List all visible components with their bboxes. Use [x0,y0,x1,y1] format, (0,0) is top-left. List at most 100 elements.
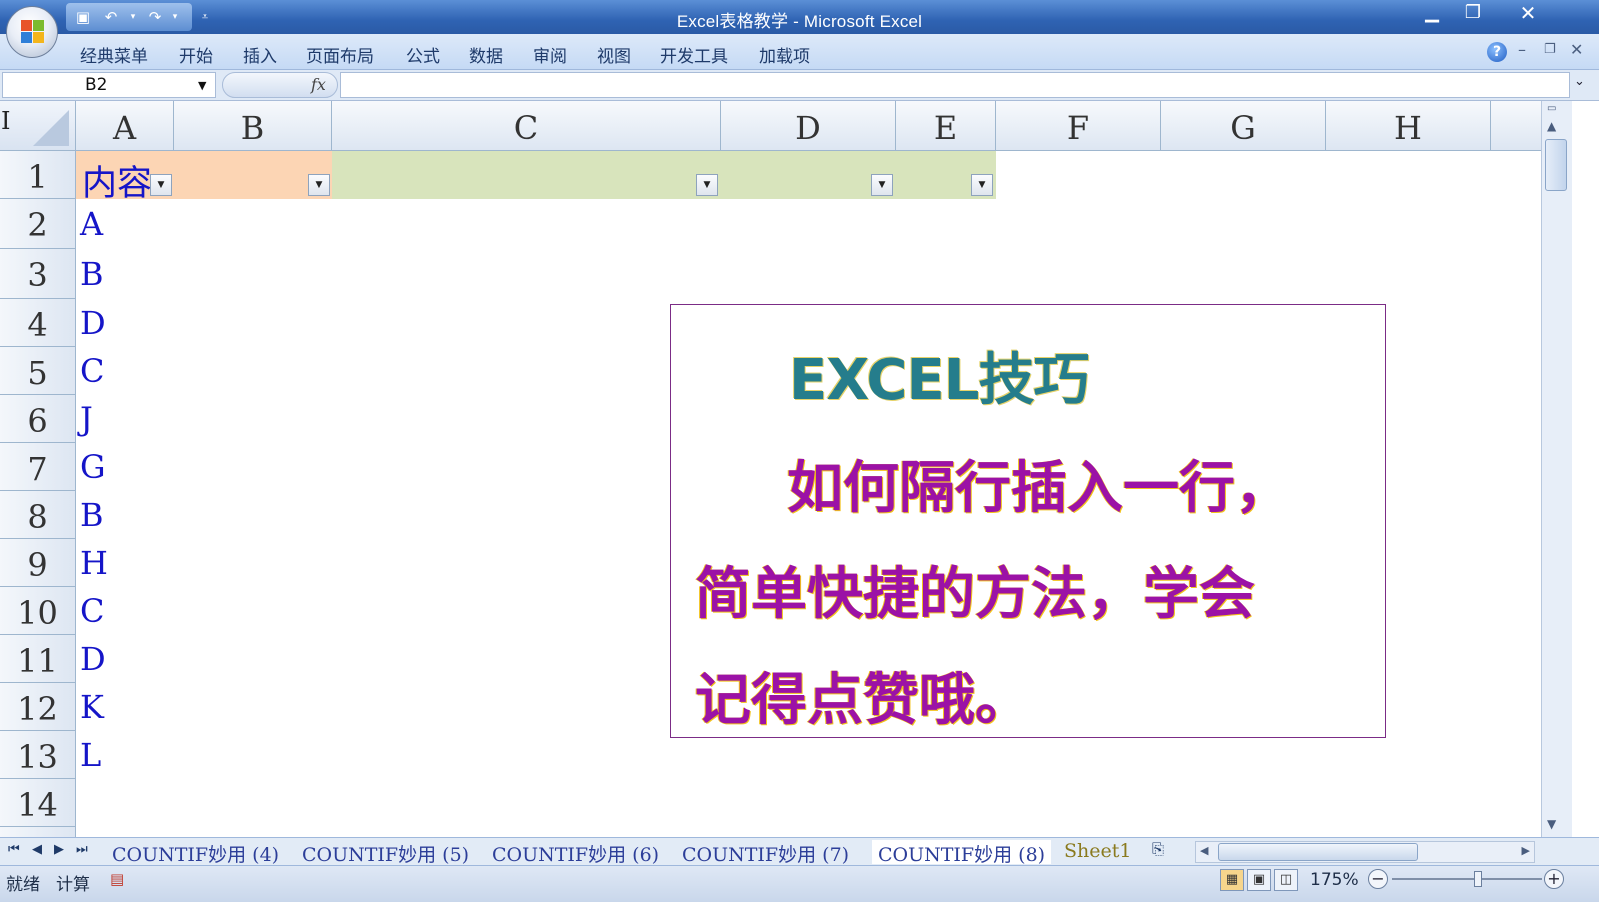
next-sheet-icon[interactable]: ▶ [54,842,64,857]
close-button[interactable]: ✕ [1508,0,1548,28]
cell-a13[interactable]: L [80,736,101,774]
horizontal-scroll-thumb[interactable] [1218,843,1418,861]
scroll-down-icon[interactable]: ▼ [1547,817,1556,831]
row-header-6[interactable]: 6 [0,395,76,443]
cell-a10[interactable]: C [80,592,104,630]
menu-classic[interactable]: 经典菜单 [80,42,148,67]
sheet-tab-countif-6[interactable]: COUNTIF妙用 (6) [492,840,659,866]
sheet-tab-sheet1[interactable]: Sheet1 [1064,840,1131,864]
menu-addins[interactable]: 加载项 [759,42,810,67]
sheet-tab-countif-4[interactable]: COUNTIF妙用 (4) [112,840,279,866]
column-header-f[interactable]: F [996,101,1161,151]
zoom-out-icon[interactable]: − [1368,869,1388,889]
column-header-b[interactable]: B [174,101,332,151]
menu-developer[interactable]: 开发工具 [660,42,728,67]
cell-a9[interactable]: H [80,544,108,582]
formula-bar: B2 ▼ fx ⌄ [0,70,1599,101]
menu-data[interactable]: 数据 [469,42,503,67]
scroll-right-icon[interactable]: ▶ [1522,844,1530,857]
expand-formula-bar-icon[interactable]: ⌄ [1574,74,1585,89]
cell-a2[interactable]: A [80,205,103,243]
scroll-left-icon[interactable]: ◀ [1200,844,1208,857]
filter-dropdown-c[interactable]: ▼ [696,174,718,196]
name-box[interactable]: B2 [2,72,216,98]
scroll-up-icon[interactable]: ▲ [1547,119,1556,133]
sheet-tab-countif-5[interactable]: COUNTIF妙用 (5) [302,840,469,866]
insert-sheet-icon[interactable]: ⎘ [1152,840,1164,858]
cell-a12[interactable]: K [80,688,104,726]
first-sheet-icon[interactable]: ⏮ [8,842,20,857]
page-layout-view-icon[interactable]: ▣ [1247,869,1271,891]
macro-record-icon[interactable]: ▤ [110,870,124,888]
row-header-7[interactable]: 7 [0,443,76,491]
row-header-14[interactable]: 14 [0,779,76,827]
filter-dropdown-e[interactable]: ▼ [971,174,993,196]
row-header-5[interactable]: 5 [0,347,76,395]
textbox-line-3: 记得点赞哦。 [695,668,1031,733]
filter-dropdown-a[interactable]: ▼ [150,174,172,196]
column-header-a[interactable]: A [76,101,174,151]
maximize-button[interactable]: ❐ [1453,0,1493,28]
workbook-minimize-icon[interactable]: – [1518,40,1526,59]
column-header-e[interactable]: E [896,101,996,151]
header-range-ce[interactable] [332,151,996,199]
cell-a8[interactable]: B [80,496,104,534]
row-header-15[interactable] [0,827,76,837]
menu-review[interactable]: 审阅 [533,42,567,67]
select-all-corner[interactable]: I [0,101,76,151]
zoom-slider-thumb[interactable] [1474,871,1482,887]
normal-view-icon[interactable]: ▦ [1220,869,1244,891]
vertical-scrollbar[interactable]: ▭ ▲ ▼ [1541,101,1572,837]
cell-a1[interactable]: 内容 [82,155,152,206]
cell-a6[interactable]: J [80,400,93,438]
status-calculate[interactable]: 计算 [56,870,90,895]
worksheet-grid[interactable]: I A B C D E F G H 内容 ▼ ▼ ▼ ▼ ▼ 1 2 3 4 5… [0,101,1572,837]
split-box-icon[interactable]: ▭ [1547,103,1556,114]
column-header-g[interactable]: G [1161,101,1326,151]
cell-a11[interactable]: D [80,640,106,678]
page-break-view-icon[interactable]: ◫ [1274,869,1298,891]
row-header-13[interactable]: 13 [0,731,76,779]
column-header-h[interactable]: H [1326,101,1491,151]
cell-a3[interactable]: B [80,255,104,293]
sheet-tab-countif-7[interactable]: COUNTIF妙用 (7) [682,840,849,866]
menu-home[interactable]: 开始 [179,42,213,67]
row-header-1[interactable]: 1 [0,151,76,199]
workbook-close-icon[interactable]: ✕ [1570,40,1583,59]
menu-page-layout[interactable]: 页面布局 [306,42,374,67]
last-sheet-icon[interactable]: ⏭ [76,842,88,857]
column-header-d[interactable]: D [721,101,896,151]
sheet-tab-countif-8[interactable]: COUNTIF妙用 (8) [872,840,1052,866]
prev-sheet-icon[interactable]: ◀ [32,842,42,857]
row-header-10[interactable]: 10 [0,587,76,635]
minimize-button[interactable]: ▁ [1412,0,1452,28]
row-header-3[interactable]: 3 [0,249,76,299]
zoom-in-icon[interactable]: + [1544,869,1564,889]
zoom-slider[interactable] [1392,878,1542,880]
filter-dropdown-b[interactable]: ▼ [308,174,330,196]
help-icon[interactable]: ? [1487,42,1507,62]
name-box-dropdown-icon[interactable]: ▼ [198,79,206,92]
formula-input[interactable] [340,72,1570,98]
menu-insert[interactable]: 插入 [243,42,277,67]
row-header-9[interactable]: 9 [0,539,76,587]
menu-view[interactable]: 视图 [597,42,631,67]
cell-a5[interactable]: C [80,352,104,390]
insert-function-icon[interactable]: fx [311,75,326,94]
cell-a7[interactable]: G [80,448,106,486]
workbook-restore-icon[interactable]: ❐ [1544,42,1556,57]
tip-textbox[interactable]: EXCEL技巧 如何隔行插入一行， 简单快捷的方法，学会 记得点赞哦。 [670,304,1386,738]
menu-formulas[interactable]: 公式 [406,42,440,67]
row-header-8[interactable]: 8 [0,491,76,539]
cell-a4[interactable]: D [80,304,106,342]
filter-dropdown-d[interactable]: ▼ [871,174,893,196]
zoom-level[interactable]: 175% [1310,870,1359,890]
row-header-11[interactable]: 11 [0,635,76,683]
column-header-c[interactable]: C [332,101,721,151]
row-header-2[interactable]: 2 [0,199,76,249]
row-header-12[interactable]: 12 [0,683,76,731]
office-button[interactable] [6,6,58,58]
vertical-scroll-thumb[interactable] [1545,139,1567,191]
horizontal-scrollbar[interactable]: ◀ ▶ [1195,841,1535,863]
row-header-4[interactable]: 4 [0,299,76,347]
